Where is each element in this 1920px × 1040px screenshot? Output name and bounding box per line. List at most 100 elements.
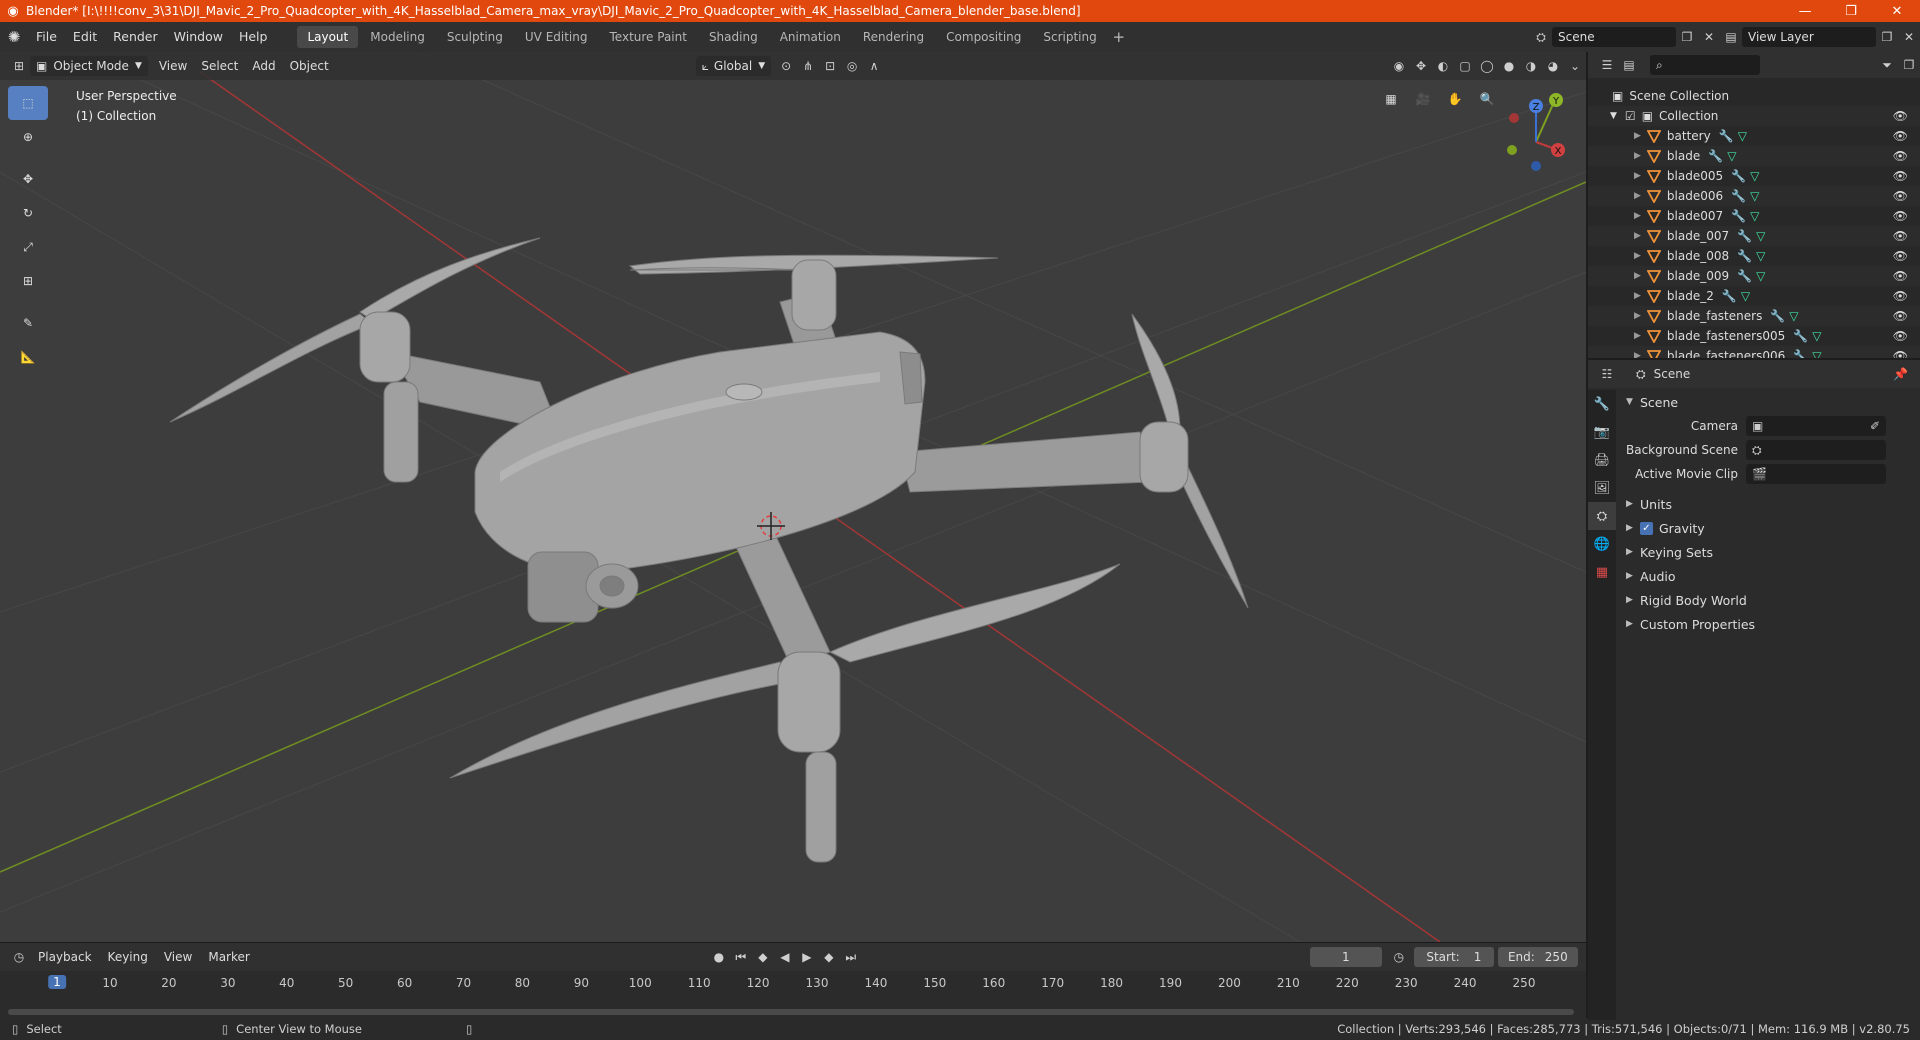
- mesh-data-icon[interactable]: ▽: [1738, 129, 1747, 143]
- menu-help[interactable]: Help: [231, 25, 276, 49]
- filter-icon[interactable]: ⏷: [1876, 55, 1898, 75]
- eye-icon[interactable]: 👁: [1893, 229, 1908, 243]
- outliner-editor-type-icon[interactable]: ☰: [1596, 55, 1618, 75]
- eye-icon[interactable]: 👁: [1893, 189, 1908, 203]
- output-tab-icon[interactable]: 🖨: [1588, 446, 1616, 474]
- maximize-button[interactable]: ❐: [1828, 0, 1874, 22]
- eye-icon[interactable]: 👁: [1893, 249, 1908, 263]
- measure-tool-icon[interactable]: 📐: [8, 340, 48, 374]
- eye-icon[interactable]: 👁: [1893, 149, 1908, 163]
- select-box-tool-icon[interactable]: ⬚: [8, 86, 48, 120]
- new-scene-icon[interactable]: ❐: [1676, 27, 1698, 47]
- frame-ruler[interactable]: 1 10 20 30 40 50 60 70 80 90 100 110 120 130 140 150 16…: [0, 973, 1586, 995]
- scene-field[interactable]: Scene: [1552, 27, 1676, 47]
- viewport-menu-add[interactable]: Add: [245, 55, 282, 77]
- wireframe-shading-icon[interactable]: ◯: [1476, 56, 1498, 76]
- close-button[interactable]: ✕: [1874, 0, 1920, 22]
- scale-tool-icon[interactable]: ⤢: [8, 230, 48, 264]
- gizmo-toggle-icon[interactable]: ✥: [1410, 56, 1432, 76]
- camera-view-icon[interactable]: 🎥: [1410, 86, 1436, 112]
- tab-rendering[interactable]: Rendering: [853, 26, 934, 48]
- properties-editor-type-icon[interactable]: ☷: [1596, 364, 1618, 384]
- outliner-object-row[interactable]: ▶ blade_fasteners006 🔧 ▽ 👁: [1588, 346, 1920, 358]
- record-icon[interactable]: ●: [708, 947, 730, 967]
- menu-render[interactable]: Render: [105, 25, 166, 49]
- gravity-checkbox[interactable]: ✓: [1640, 521, 1653, 535]
- visibility-icon[interactable]: ◉: [1388, 56, 1410, 76]
- scene-panel-header[interactable]: ▼ Scene: [1618, 390, 1918, 414]
- viewport-canvas[interactable]: [0, 52, 1586, 942]
- shading-options-icon[interactable]: ⌄: [1564, 56, 1586, 76]
- wrench-modifier-icon[interactable]: 🔧: [1719, 129, 1734, 143]
- units-panel-header[interactable]: ▶ Units: [1618, 492, 1918, 516]
- start-frame-field[interactable]: Start: 1: [1413, 947, 1494, 967]
- outliner-object-row[interactable]: ▶ blade_009 🔧 ▽ 👁: [1588, 266, 1920, 286]
- tab-layout[interactable]: Layout: [297, 26, 359, 48]
- xray-icon[interactable]: ▢: [1454, 56, 1476, 76]
- tab-uv-editing[interactable]: UV Editing: [515, 26, 598, 48]
- outliner-object-row[interactable]: ▶ blade_007 🔧 ▽ 👁: [1588, 226, 1920, 246]
- 3d-viewport[interactable]: ⊞ ▣ Object Mode ▼ View Select Add Object…: [0, 52, 1586, 942]
- move-tool-icon[interactable]: ✥: [8, 162, 48, 196]
- eye-icon[interactable]: 👁: [1893, 349, 1908, 358]
- eye-icon[interactable]: 👁: [1893, 209, 1908, 223]
- timeline-menu-keying[interactable]: Keying: [100, 950, 156, 964]
- texture-tab-icon[interactable]: ▦: [1588, 558, 1616, 586]
- current-frame-indicator[interactable]: 1: [48, 975, 66, 989]
- pivot-point-icon[interactable]: ⊙: [775, 56, 797, 76]
- tab-sculpting[interactable]: Sculpting: [437, 26, 513, 48]
- rigid-body-world-panel-header[interactable]: ▶ Rigid Body World: [1618, 588, 1918, 612]
- mesh-data-icon[interactable]: ▽: [1756, 229, 1765, 243]
- transform-tool-icon[interactable]: ⊞: [8, 264, 48, 298]
- eye-icon[interactable]: 👁: [1893, 109, 1908, 123]
- mesh-data-icon[interactable]: ▽: [1727, 149, 1736, 163]
- outliner-object-row[interactable]: ▶ blade006 🔧 ▽ 👁: [1588, 186, 1920, 206]
- minimize-button[interactable]: —: [1782, 0, 1828, 22]
- cursor-tool-icon[interactable]: ⊕: [8, 120, 48, 154]
- outliner-object-row[interactable]: ▶ blade_2 🔧 ▽ 👁: [1588, 286, 1920, 306]
- delete-scene-icon[interactable]: ✕: [1698, 27, 1720, 47]
- delete-view-layer-icon[interactable]: ✕: [1898, 27, 1920, 47]
- mesh-data-icon[interactable]: ▽: [1812, 329, 1821, 343]
- camera-field[interactable]: ▣ ✐: [1746, 416, 1886, 436]
- editor-type-icon[interactable]: ⊞: [8, 56, 30, 76]
- grid-view-icon[interactable]: ▦: [1378, 86, 1404, 112]
- wrench-modifier-icon[interactable]: 🔧: [1731, 209, 1746, 223]
- prev-keyframe-icon[interactable]: ◆: [752, 947, 774, 967]
- outliner-object-row[interactable]: ▶ blade_fasteners005 🔧 ▽ 👁: [1588, 326, 1920, 346]
- timeline-menu-playback[interactable]: Playback: [30, 950, 100, 964]
- rotate-tool-icon[interactable]: ↻: [8, 196, 48, 230]
- audio-panel-header[interactable]: ▶ Audio: [1618, 564, 1918, 588]
- proportional-editing-icon[interactable]: ◎: [841, 56, 863, 76]
- view-layer-icon[interactable]: ▤: [1720, 27, 1742, 47]
- play-icon[interactable]: ▶: [796, 947, 818, 967]
- add-workspace-button[interactable]: +: [1109, 28, 1129, 46]
- display-mode-icon[interactable]: ▤: [1618, 55, 1640, 75]
- outliner-search-input[interactable]: ⌕: [1650, 55, 1760, 75]
- outliner-object-row[interactable]: ▶ blade 🔧 ▽ 👁: [1588, 146, 1920, 166]
- mode-selector[interactable]: ▣ Object Mode ▼: [30, 56, 148, 76]
- wrench-modifier-icon[interactable]: 🔧: [1731, 169, 1746, 183]
- viewport-menu-object[interactable]: Object: [283, 55, 336, 77]
- active-movie-clip-field[interactable]: 🎬: [1746, 464, 1886, 484]
- wrench-modifier-icon[interactable]: 🔧: [1722, 289, 1737, 303]
- outliner-object-row[interactable]: ▶ blade007 🔧 ▽ 👁: [1588, 206, 1920, 226]
- current-frame-field[interactable]: 1: [1309, 947, 1382, 967]
- eye-icon[interactable]: 👁: [1893, 169, 1908, 183]
- viewport-menu-view[interactable]: View: [152, 55, 194, 77]
- preview-range-icon[interactable]: ◷: [1388, 947, 1410, 967]
- eye-icon[interactable]: 👁: [1893, 269, 1908, 283]
- menu-edit[interactable]: Edit: [65, 25, 105, 49]
- mesh-data-icon[interactable]: ▽: [1756, 269, 1765, 283]
- material-shading-icon[interactable]: ◑: [1520, 56, 1542, 76]
- tab-modeling[interactable]: Modeling: [360, 26, 435, 48]
- view-layer-tab-icon[interactable]: 🖼: [1588, 474, 1616, 502]
- tab-texture-paint[interactable]: Texture Paint: [600, 26, 697, 48]
- tab-scripting[interactable]: Scripting: [1033, 26, 1106, 48]
- end-frame-field[interactable]: End: 250: [1497, 947, 1578, 967]
- eyedropper-icon[interactable]: ✐: [1870, 419, 1880, 433]
- timeline-editor-type-icon[interactable]: ◷: [8, 947, 30, 967]
- eye-icon[interactable]: 👁: [1893, 289, 1908, 303]
- outliner-object-row[interactable]: ▶ battery 🔧 ▽ 👁: [1588, 126, 1920, 146]
- tool-tab-icon[interactable]: 🔧: [1588, 390, 1616, 418]
